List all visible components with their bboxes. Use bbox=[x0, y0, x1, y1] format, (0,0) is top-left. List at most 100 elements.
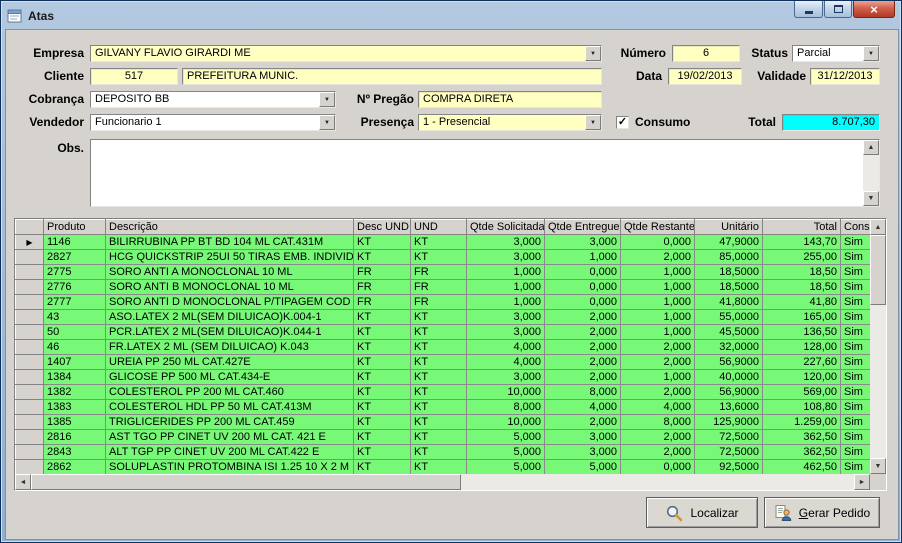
table-cell[interactable]: KT bbox=[410, 369, 467, 385]
table-cell[interactable]: 92,5000 bbox=[694, 459, 763, 475]
table-cell[interactable]: 120,00 bbox=[762, 369, 841, 385]
table-cell[interactable]: COLESTEROL HDL PP 50 ML CAT.413M bbox=[105, 399, 354, 415]
table-cell[interactable]: KT bbox=[353, 249, 411, 265]
table-cell[interactable]: COLESTEROL PP 200 ML CAT.460 bbox=[105, 384, 354, 400]
gerar-pedido-button[interactable]: Gerar Pedido bbox=[764, 497, 880, 528]
table-cell[interactable]: KT bbox=[353, 429, 411, 445]
table-cell[interactable]: 1,000 bbox=[620, 294, 695, 310]
table-cell[interactable]: 18,5000 bbox=[694, 264, 763, 280]
table-cell[interactable]: 462,50 bbox=[762, 459, 841, 475]
table-cell[interactable]: KT bbox=[353, 324, 411, 340]
table-cell[interactable]: 2775 bbox=[43, 264, 106, 280]
table-cell[interactable]: 2,000 bbox=[620, 444, 695, 460]
table-cell[interactable]: 45,5000 bbox=[694, 324, 763, 340]
table-cell[interactable]: KT bbox=[410, 414, 467, 430]
localizar-button[interactable]: Localizar bbox=[646, 497, 758, 528]
cliente-nome-field[interactable]: PREFEITURA MUNIC. bbox=[182, 68, 602, 85]
row-selector[interactable] bbox=[15, 399, 44, 415]
table-cell[interactable]: SORO ANTI A MONOCLONAL 10 ML bbox=[105, 264, 354, 280]
table-cell[interactable]: 4,000 bbox=[620, 399, 695, 415]
column-header[interactable]: Unitário bbox=[694, 219, 763, 235]
row-selector[interactable] bbox=[15, 414, 44, 430]
table-cell[interactable]: 1382 bbox=[43, 384, 106, 400]
consumo-checkbox[interactable]: ✓ bbox=[616, 116, 629, 129]
column-header[interactable]: Consu bbox=[840, 219, 871, 235]
table-cell[interactable]: 2,000 bbox=[620, 354, 695, 370]
row-selector[interactable] bbox=[15, 324, 44, 340]
scroll-down-icon[interactable]: ▼ bbox=[870, 458, 886, 474]
data-field[interactable]: 19/02/2013 bbox=[668, 68, 742, 85]
table-cell[interactable]: Sim bbox=[840, 294, 871, 310]
table-cell[interactable]: Sim bbox=[840, 354, 871, 370]
table-cell[interactable]: 0,000 bbox=[544, 264, 621, 280]
validade-field[interactable]: 31/12/2013 bbox=[810, 68, 880, 85]
table-cell[interactable]: 56,9000 bbox=[694, 384, 763, 400]
table-cell[interactable]: 0,000 bbox=[544, 279, 621, 295]
table-cell[interactable]: 41,8000 bbox=[694, 294, 763, 310]
table-cell[interactable]: 2,000 bbox=[620, 429, 695, 445]
chevron-down-icon[interactable]: ▼ bbox=[319, 92, 335, 107]
table-cell[interactable]: 3,000 bbox=[544, 444, 621, 460]
table-cell[interactable]: SORO ANTI D MONOCLONAL P/TIPAGEM COD bbox=[105, 294, 354, 310]
table-cell[interactable]: 1,000 bbox=[466, 279, 545, 295]
table-row[interactable]: 43 ASO.LATEX 2 ML(SEM DILUICAO)K.004-1 KT K… bbox=[15, 309, 871, 325]
scroll-left-icon[interactable]: ◄ bbox=[15, 474, 31, 490]
table-cell[interactable]: AST TGO PP CINET UV 200 ML CAT. 421 E bbox=[105, 429, 354, 445]
table-cell[interactable]: 72,5000 bbox=[694, 429, 763, 445]
table-cell[interactable]: Sim bbox=[840, 309, 871, 325]
table-cell[interactable]: SORO ANTI B MONOCLONAL 10 ML bbox=[105, 279, 354, 295]
table-cell[interactable]: 3,000 bbox=[466, 369, 545, 385]
table-cell[interactable]: 43 bbox=[43, 309, 106, 325]
table-cell[interactable]: 3,000 bbox=[466, 234, 545, 250]
table-cell[interactable]: 4,000 bbox=[544, 399, 621, 415]
minimize-button[interactable] bbox=[794, 1, 823, 18]
table-cell[interactable]: 5,000 bbox=[466, 429, 545, 445]
table-cell[interactable]: 2827 bbox=[43, 249, 106, 265]
table-cell[interactable]: KT bbox=[353, 354, 411, 370]
table-cell[interactable]: 2862 bbox=[43, 459, 106, 475]
table-cell[interactable]: 5,000 bbox=[544, 459, 621, 475]
table-cell[interactable]: 362,50 bbox=[762, 444, 841, 460]
column-header[interactable]: Desc UND bbox=[353, 219, 411, 235]
column-header[interactable]: Qtde Restante bbox=[620, 219, 695, 235]
table-cell[interactable]: 1,000 bbox=[466, 294, 545, 310]
vertical-scroll-thumb[interactable] bbox=[870, 235, 886, 305]
cliente-codigo-field[interactable]: 517 bbox=[90, 68, 178, 85]
table-cell[interactable]: 8,000 bbox=[544, 384, 621, 400]
table-cell[interactable]: KT bbox=[353, 369, 411, 385]
column-header[interactable]: UND bbox=[410, 219, 467, 235]
table-cell[interactable]: 136,50 bbox=[762, 324, 841, 340]
table-cell[interactable]: KT bbox=[410, 384, 467, 400]
table-row[interactable]: ▶ 1146 BILIRRUBINA PP BT BD 104 ML CAT.431… bbox=[15, 234, 871, 250]
table-cell[interactable]: 2843 bbox=[43, 444, 106, 460]
table-cell[interactable]: UREIA PP 250 ML CAT.427E bbox=[105, 354, 354, 370]
column-header[interactable]: Qtde Solicitada bbox=[466, 219, 545, 235]
table-cell[interactable]: 5,000 bbox=[466, 459, 545, 475]
table-cell[interactable]: 128,00 bbox=[762, 339, 841, 355]
table-cell[interactable]: HCG QUICKSTRIP 25UI 50 TIRAS EMB. INDIVI… bbox=[105, 249, 354, 265]
table-cell[interactable]: 1385 bbox=[43, 414, 106, 430]
vendedor-combo[interactable]: Funcionario 1 ▼ bbox=[90, 114, 336, 131]
column-header[interactable]: Produto bbox=[43, 219, 106, 235]
table-cell[interactable]: 47,9000 bbox=[694, 234, 763, 250]
table-cell[interactable]: 1,000 bbox=[620, 279, 695, 295]
table-cell[interactable]: KT bbox=[353, 459, 411, 475]
table-cell[interactable]: KT bbox=[410, 234, 467, 250]
status-combo[interactable]: Parcial ▼ bbox=[792, 45, 880, 62]
cobranca-combo[interactable]: DEPOSITO BB ▼ bbox=[90, 91, 336, 108]
table-cell[interactable]: 1,000 bbox=[620, 309, 695, 325]
table-cell[interactable]: FR.LATEX 2 ML (SEM DILUICAO) K.043 bbox=[105, 339, 354, 355]
table-cell[interactable]: 1,000 bbox=[620, 369, 695, 385]
table-cell[interactable]: TRIGLICERIDES PP 200 ML CAT.459 bbox=[105, 414, 354, 430]
row-selector[interactable] bbox=[15, 354, 44, 370]
table-cell[interactable]: KT bbox=[410, 249, 467, 265]
table-cell[interactable]: 85,0000 bbox=[694, 249, 763, 265]
table-cell[interactable]: Sim bbox=[840, 234, 871, 250]
table-cell[interactable]: 13,6000 bbox=[694, 399, 763, 415]
table-cell[interactable]: 2,000 bbox=[620, 249, 695, 265]
table-row[interactable]: 2775 SORO ANTI A MONOCLONAL 10 ML FR FR 1,00… bbox=[15, 264, 871, 280]
table-cell[interactable]: Sim bbox=[840, 414, 871, 430]
table-cell[interactable]: 2776 bbox=[43, 279, 106, 295]
table-row[interactable]: 2827 HCG QUICKSTRIP 25UI 50 TIRAS EMB. IN… bbox=[15, 249, 871, 265]
row-selector[interactable] bbox=[15, 264, 44, 280]
